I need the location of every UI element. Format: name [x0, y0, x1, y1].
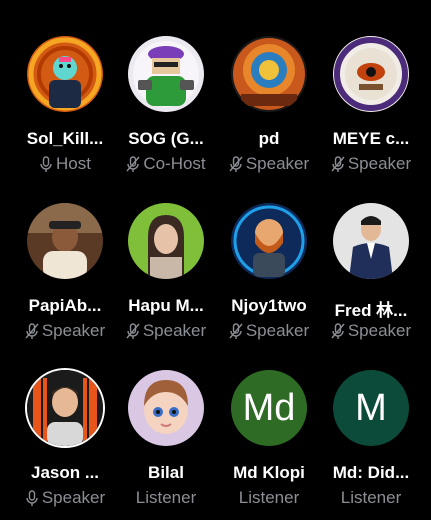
participant-card[interactable]: Hapu M... Speaker [113, 203, 219, 353]
participant-role: Host [12, 154, 118, 174]
participant-card[interactable]: PapiAb... Speaker [12, 203, 118, 353]
participant-card[interactable]: Sol_Kill... Host [12, 36, 118, 186]
role-label: Speaker [245, 321, 310, 340]
child-illustration-avatar [128, 370, 204, 446]
mic-muted-icon [25, 322, 39, 340]
avatar[interactable] [27, 203, 103, 279]
man-cap-avatar [27, 203, 103, 279]
smiling-man-avatar [27, 370, 103, 446]
participant-role: Speaker [318, 321, 424, 341]
role-label: Speaker [41, 488, 106, 507]
seal-avatar [333, 36, 409, 112]
participant-name: SOG (G... [128, 129, 204, 148]
participant-role: Listener [113, 488, 219, 508]
avatar[interactable] [27, 36, 103, 112]
participant-role: Listener [318, 488, 424, 508]
mic-muted-icon [229, 322, 243, 340]
participant-card[interactable]: Njoy1two Speaker [216, 203, 322, 353]
participant-card[interactable]: Md Md Klopi Listener [216, 370, 322, 520]
avatar[interactable] [27, 370, 103, 446]
participant-name: Fred 林... [334, 301, 408, 320]
role-label: Co-Host [143, 154, 206, 173]
participant-name: PapiAb... [28, 296, 102, 315]
avatar[interactable] [231, 203, 307, 279]
avatar[interactable]: Md [231, 370, 307, 446]
avatar-initials: Md [242, 386, 296, 429]
participant-role: Listener [216, 488, 322, 508]
participant-name: Bilal [148, 463, 184, 482]
participant-card[interactable]: SOG (G... Co-Host [113, 36, 219, 186]
participant-role: Co-Host [113, 154, 219, 174]
participant-role: Speaker [12, 321, 118, 341]
participant-card[interactable]: Bilal Listener [113, 370, 219, 520]
participant-role: Speaker [216, 154, 322, 174]
avatar[interactable] [128, 370, 204, 446]
role-label: Speaker [347, 321, 412, 340]
participant-card[interactable]: Fred 林... Speaker [318, 203, 424, 353]
role-label: Listener [135, 488, 197, 507]
role-label: Listener [238, 488, 300, 507]
participant-name: Sol_Kill... [26, 129, 104, 148]
woman-photo-avatar [128, 203, 204, 279]
avatar[interactable] [333, 203, 409, 279]
role-label: Host [56, 154, 91, 173]
participant-name: MEYE c... [332, 129, 410, 148]
avatar[interactable] [128, 203, 204, 279]
role-label: Speaker [245, 154, 310, 173]
mic-muted-icon [229, 155, 243, 173]
participant-role: Speaker [12, 488, 118, 508]
participant-card[interactable]: MEYE c... Speaker [318, 36, 424, 186]
avatar[interactable] [231, 36, 307, 112]
mic-muted-icon [331, 322, 345, 340]
participant-name: Jason ... [30, 463, 100, 482]
participant-card[interactable]: M Md: Did... Listener [318, 370, 424, 520]
participant-grid: Sol_Kill... Host SOG (G... Co-Host pd Sp… [0, 0, 431, 512]
bearded-figure-avatar [231, 203, 307, 279]
role-label: Speaker [347, 154, 412, 173]
robot-character-avatar [27, 36, 103, 112]
avatar[interactable] [333, 36, 409, 112]
avatar-initials: M [355, 386, 387, 429]
mic-muted-icon [126, 322, 140, 340]
role-label: Speaker [142, 321, 207, 340]
mic-icon [25, 489, 39, 507]
participant-name: Njoy1two [231, 296, 307, 315]
emblem-avatar [231, 36, 307, 112]
mic-muted-icon [126, 155, 140, 173]
participant-card[interactable]: pd Speaker [216, 36, 322, 186]
participant-name: Md Klopi [233, 463, 305, 482]
mic-icon [39, 155, 53, 173]
participant-role: Speaker [318, 154, 424, 174]
man-suit-avatar [333, 203, 409, 279]
avatar[interactable] [128, 36, 204, 112]
avatar[interactable]: M [333, 370, 409, 446]
role-label: Listener [340, 488, 402, 507]
participant-role: Speaker [216, 321, 322, 341]
soldier-character-avatar [128, 36, 204, 112]
participant-name: pd [258, 129, 280, 148]
participant-role: Speaker [113, 321, 219, 341]
role-label: Speaker [41, 321, 106, 340]
participant-card[interactable]: Jason ... Speaker [12, 370, 118, 520]
mic-muted-icon [331, 155, 345, 173]
participant-name: Md: Did... [332, 463, 410, 482]
participant-name: Hapu M... [128, 296, 204, 315]
